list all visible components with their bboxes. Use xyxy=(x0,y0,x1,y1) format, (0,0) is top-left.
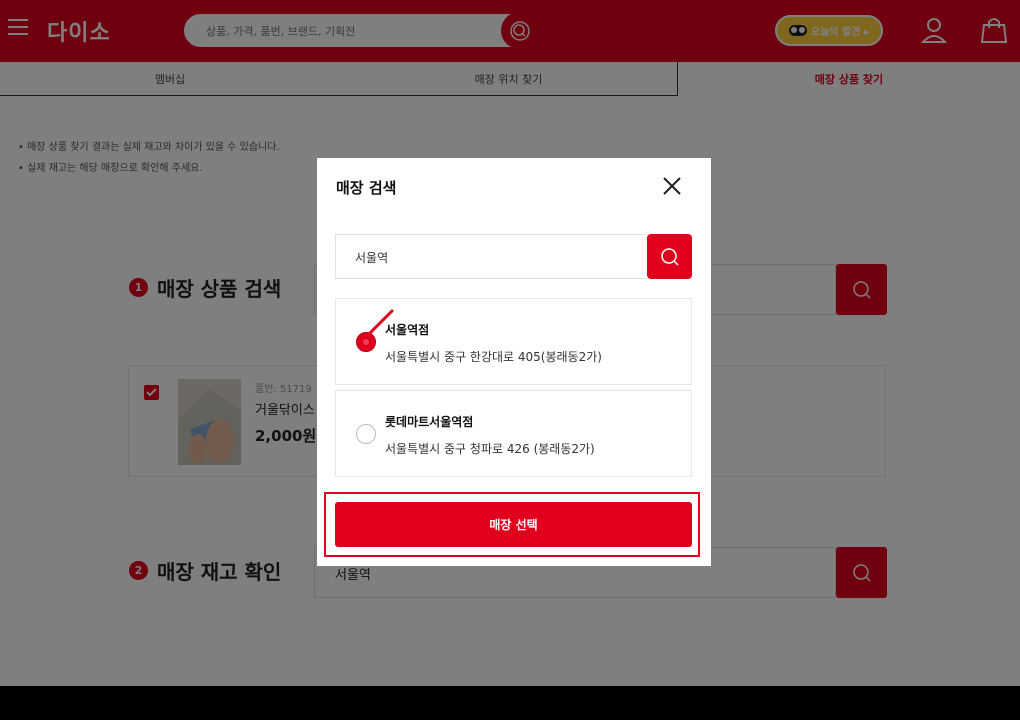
store-address: 서울특별시 중구 한강대로 405(봉래동2가) xyxy=(385,350,602,364)
store-search-submit-button[interactable] xyxy=(647,234,692,279)
store-address: 서울특별시 중구 청파로 426 (봉래동2가) xyxy=(385,442,595,456)
select-store-button[interactable]: 매장 선택 xyxy=(335,502,692,547)
footer-bar xyxy=(0,686,1020,720)
store-radio[interactable] xyxy=(356,424,376,444)
store-option[interactable]: 서울역점 서울특별시 중구 한강대로 405(봉래동2가) xyxy=(335,298,692,385)
search-icon xyxy=(660,247,679,266)
store-search-input[interactable]: 서울역 xyxy=(335,234,647,279)
modal-title: 매장 검색 xyxy=(336,179,397,197)
store-option[interactable]: 롯데마트서울역점 서울특별시 중구 청파로 426 (봉래동2가) xyxy=(335,390,692,477)
store-name: 서울역점 xyxy=(385,323,430,337)
store-name: 롯데마트서울역점 xyxy=(385,415,474,429)
store-search-modal: 매장 검색 서울역 서울역점 서울특별시 중구 한강대로 405(봉래동2가) … xyxy=(317,158,711,566)
close-icon[interactable] xyxy=(661,175,683,197)
